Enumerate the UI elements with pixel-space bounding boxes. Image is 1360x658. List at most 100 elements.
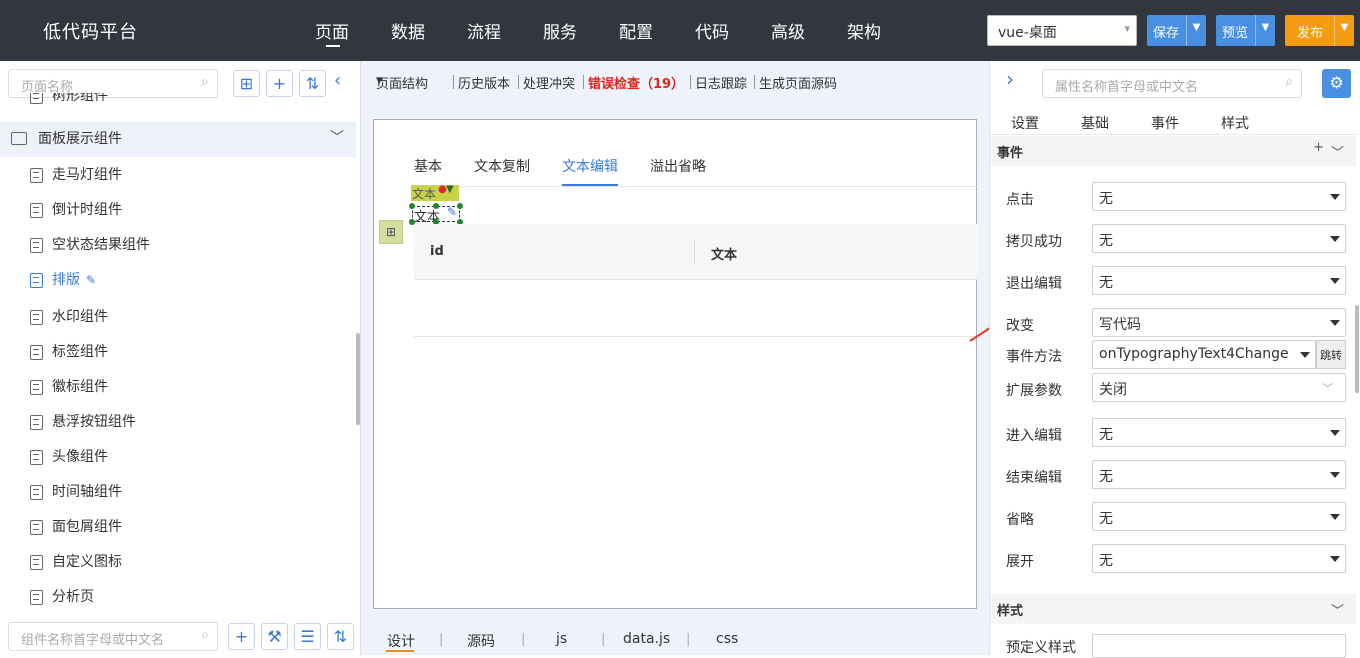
expand-event-select[interactable]: 无	[1092, 544, 1346, 573]
tab-text-copy[interactable]: 文本复制	[474, 156, 530, 176]
resize-handle[interactable]	[433, 203, 439, 209]
tree-item[interactable]: 分析页	[0, 580, 356, 613]
tree-item-active[interactable]: 排版 ✎	[0, 263, 356, 298]
tab-text-edit[interactable]: 文本编辑	[562, 156, 618, 176]
gear-icon[interactable]: ⚙	[1322, 69, 1351, 98]
nav-page[interactable]: 页面	[315, 18, 349, 43]
click-event-select[interactable]: 无	[1092, 182, 1346, 211]
tab-css[interactable]: css	[716, 631, 738, 647]
event-method-select[interactable]: onTypographyText4Change	[1092, 340, 1316, 369]
edit-pencil-icon[interactable]: ✎	[86, 273, 96, 287]
tree-item[interactable]: 自定义图标	[0, 545, 356, 580]
jump-button[interactable]: 跳转	[1316, 340, 1346, 369]
resize-handle[interactable]	[457, 203, 463, 209]
nav-config[interactable]: 配置	[619, 18, 653, 43]
nav-service[interactable]: 服务	[543, 18, 577, 43]
left-scrollbar[interactable]	[356, 333, 360, 425]
error-check-button[interactable]: 错误检查（19）	[588, 73, 684, 92]
tree-item[interactable]: 标签组件	[0, 335, 356, 370]
selected-component-tag[interactable]: 文本 ● ▼	[411, 184, 459, 201]
generate-source-button[interactable]: 生成页面源码	[759, 73, 837, 92]
dropdown-icon	[1330, 514, 1340, 520]
change-event-select[interactable]: 写代码	[1092, 308, 1346, 337]
events-section-header[interactable]: 事件 + ﹀	[990, 136, 1356, 166]
resolve-conflict-button[interactable]: 处理冲突	[523, 73, 575, 92]
add-icon[interactable]: +	[1313, 140, 1324, 155]
chevron-down-icon[interactable]: ﹀	[1331, 600, 1344, 619]
expand-panel-icon[interactable]: ›	[1006, 67, 1014, 91]
chevron-down-icon[interactable]: ▼	[446, 184, 454, 195]
resize-handle[interactable]	[409, 203, 415, 209]
exit-edit-event-select[interactable]: 无	[1092, 266, 1346, 295]
tree-item-label: 水印组件	[52, 309, 108, 325]
preview-button[interactable]: 预览 ▼	[1216, 15, 1275, 46]
tree-item[interactable]: 悬浮按钮组件	[0, 405, 356, 440]
extra-params-select[interactable]: 关闭 ﹀	[1092, 373, 1346, 402]
tree-item-label: 悬浮按钮组件	[52, 414, 136, 430]
nav-advanced[interactable]: 高级	[771, 18, 805, 43]
nav-code[interactable]: 代码	[695, 18, 729, 43]
document-icon	[30, 273, 43, 288]
publish-button[interactable]: 发布 ▼	[1285, 15, 1354, 46]
tab-design[interactable]: 设计	[387, 631, 415, 651]
env-select[interactable]: vue-桌面 ▾	[987, 15, 1137, 46]
property-search-input[interactable]: 属性名称首字母或中文名 ⌕	[1042, 69, 1302, 98]
nav-data[interactable]: 数据	[391, 18, 425, 43]
tab-events[interactable]: 事件	[1151, 113, 1179, 133]
tree-item[interactable]: 树形组件	[0, 93, 356, 114]
env-select-value: vue-桌面	[998, 25, 1057, 41]
tree-item[interactable]: 水印组件	[0, 300, 356, 335]
edit-pencil-icon[interactable]: ✎	[447, 205, 457, 219]
selected-tag-label: 文本	[412, 187, 437, 201]
column-divider	[694, 240, 695, 264]
tree-item[interactable]: 面包屑组件	[0, 510, 356, 545]
predefined-style-input[interactable]	[1092, 634, 1346, 658]
save-button[interactable]: 保存 ▼	[1147, 15, 1206, 46]
chevron-down-icon[interactable]: ﹀	[330, 127, 344, 147]
chevron-down-icon[interactable]: ﹀	[1331, 142, 1344, 161]
tree-item[interactable]: 空状态结果组件	[0, 228, 356, 263]
tree-group-panel[interactable]: 面板展示组件 ﹀	[0, 122, 356, 157]
collapse-panel-icon[interactable]: ‹	[334, 70, 341, 91]
select-value: 无	[1099, 553, 1113, 569]
tab-overflow-ellipsis[interactable]: 溢出省略	[650, 156, 706, 176]
tab-basic[interactable]: 基本	[414, 156, 442, 176]
right-scrollbar[interactable]	[1355, 305, 1359, 393]
ellipsis-event-select[interactable]: 无	[1092, 502, 1346, 531]
tree-item[interactable]: 倒计时组件	[0, 193, 356, 228]
select-value: 无	[1099, 275, 1113, 291]
tree-item-label: 分析页	[52, 589, 94, 605]
tree-item-label: 时间轴组件	[52, 484, 122, 500]
tab-basic[interactable]: 基础	[1081, 113, 1109, 133]
copy-success-event-select[interactable]: 无	[1092, 224, 1346, 253]
publish-dropdown-icon[interactable]: ▼	[1334, 15, 1354, 46]
component-search-input[interactable]: 组件名称首字母或中文名 ⌕	[8, 622, 218, 651]
tab-style[interactable]: 样式	[1221, 113, 1249, 133]
tree-item[interactable]: 头像组件	[0, 440, 356, 475]
tab-js[interactable]: js	[556, 631, 567, 647]
tab-source[interactable]: 源码	[467, 631, 495, 651]
sort-icon[interactable]: ⇅	[327, 623, 354, 650]
tree-item[interactable]: 徽标组件	[0, 370, 356, 405]
style-section-header[interactable]: 样式 ﹀	[990, 594, 1356, 624]
save-dropdown-icon[interactable]: ▼	[1186, 15, 1206, 46]
end-edit-event-select[interactable]: 无	[1092, 460, 1346, 489]
enter-edit-event-select[interactable]: 无	[1092, 418, 1346, 447]
wrench-icon[interactable]: ⚒	[261, 623, 288, 650]
list-order-icon[interactable]: ☰	[294, 623, 321, 650]
nav-architecture[interactable]: 架构	[847, 18, 881, 43]
history-button[interactable]: 历史版本	[458, 73, 510, 92]
document-icon	[30, 415, 43, 430]
tree-item[interactable]: 时间轴组件	[0, 475, 356, 510]
divider: |	[601, 632, 606, 647]
preview-dropdown-icon[interactable]: ▼	[1255, 15, 1275, 46]
tab-settings[interactable]: 设置	[1011, 113, 1039, 133]
tab-data-js[interactable]: data.js	[623, 631, 670, 647]
tree-item[interactable]: 走马灯组件	[0, 158, 356, 193]
page-structure-button[interactable]: 页面结构 ▾	[376, 73, 428, 92]
design-canvas[interactable]: 基本 文本复制 文本编辑 溢出省略 文本 ● ▼ 文本 ✎ id 文本	[373, 119, 978, 609]
add-component-icon[interactable]: +	[228, 623, 255, 650]
log-trace-button[interactable]: 日志跟踪	[695, 73, 747, 92]
nav-flow[interactable]: 流程	[467, 18, 501, 43]
component-outline-icon[interactable]: ⊞	[379, 220, 403, 244]
